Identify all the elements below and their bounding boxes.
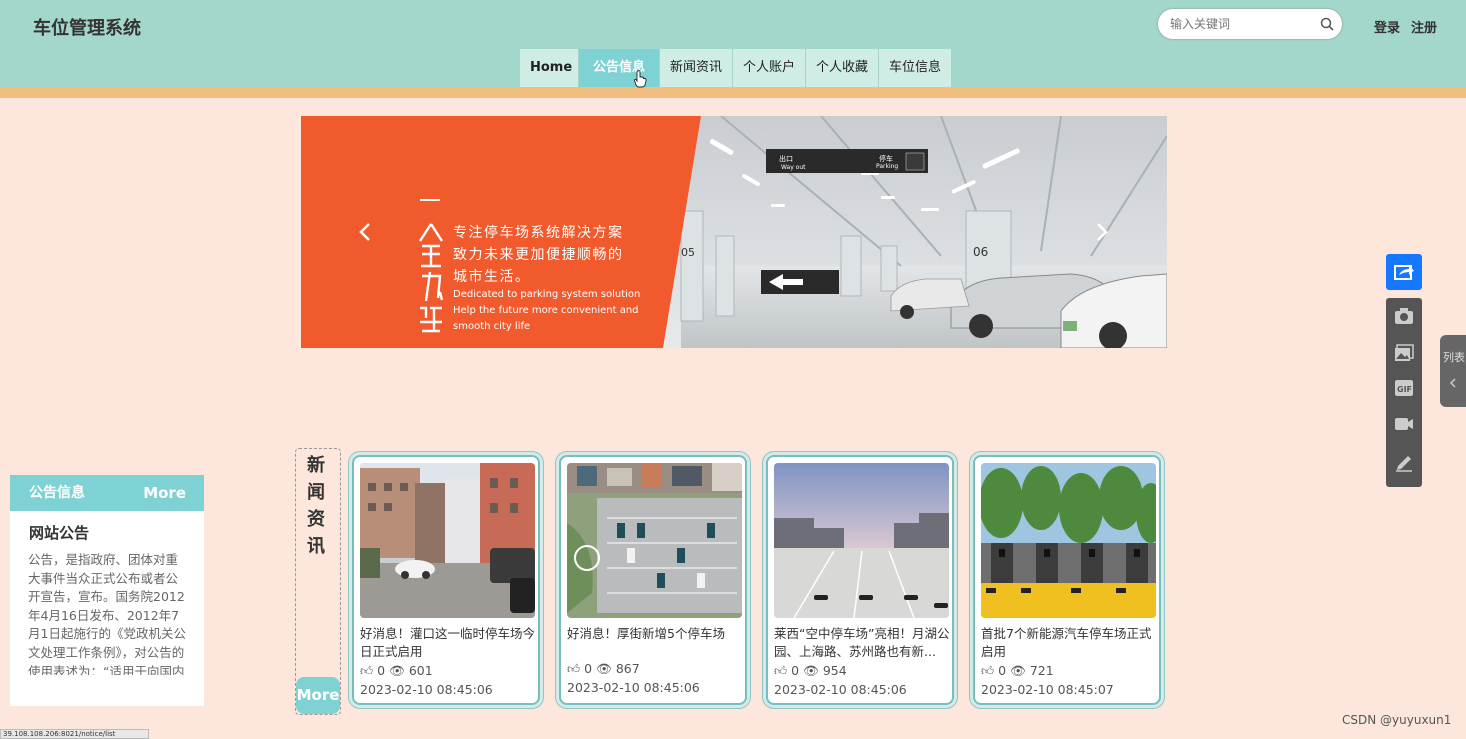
search-box[interactable] (1158, 9, 1342, 39)
news-card-stats: 👍︎ 0 👁︎ 867 (567, 661, 640, 677)
banner-en-3: smooth city life (453, 321, 531, 332)
news-card[interactable]: 好消息！厚街新增5个停车场 👍︎ 0 👁︎ 867 2023-02-10 08:… (559, 455, 747, 705)
news-card-date: 2023-02-10 08:45:06 (360, 682, 493, 697)
news-section-title: 新闻资讯 (307, 455, 325, 557)
nav-tab-home[interactable]: Home (520, 49, 579, 87)
top-bar: 车位管理系统 登录 注册 Home 公告信息 新闻资讯 个人账户 个人收藏 车位… (0, 0, 1466, 98)
share-icon (1394, 265, 1414, 280)
news-card-stats: 👍︎ 0 👁︎ 721 (981, 663, 1054, 679)
view-icon: 👁︎ (1010, 663, 1026, 678)
camera-icon[interactable] (1394, 306, 1414, 326)
list-side-tab[interactable]: 列表 (1440, 335, 1466, 407)
chevron-left-icon (1449, 378, 1456, 388)
csdn-watermark: CSDN @yuyuxun1 (1342, 713, 1452, 727)
banner-prev-icon[interactable] (359, 222, 371, 242)
nav-tab-news[interactable]: 新闻资讯 (660, 49, 734, 87)
nav-tab-account[interactable]: 个人账户 (733, 49, 807, 87)
view-icon: 👁︎ (803, 663, 819, 678)
notice-more-link[interactable]: More (143, 475, 186, 511)
brand-logo-mark (418, 199, 444, 333)
image-icon[interactable] (1394, 343, 1414, 363)
list-side-tab-label: 列表 (1443, 351, 1465, 364)
news-card-date: 2023-02-10 08:45:06 (567, 680, 700, 695)
news-card-title[interactable]: 好消息！厚街新增5个停车场 (567, 625, 743, 661)
like-icon[interactable]: 👍︎ (360, 663, 373, 678)
login-link[interactable]: 登录 (1374, 17, 1400, 36)
pen-icon[interactable] (1394, 452, 1414, 472)
banner-slogan-3: 城市生活。 (453, 269, 531, 285)
view-count: 601 (408, 663, 433, 678)
notice-subtitle[interactable]: 网站公告 (29, 522, 204, 543)
banner-next-icon[interactable] (1096, 222, 1108, 242)
banner-en-1: Dedicated to parking system solution (453, 289, 641, 300)
banner-slogan-2: 致力未来更加便捷顺畅的 (453, 247, 624, 263)
hero-banner[interactable]: 出口 Way out 停车 Parking 05 06 专注停车场系统解决方案 … (301, 116, 1167, 348)
like-count: 0 (998, 663, 1007, 678)
news-image-aerial-lot (567, 463, 742, 618)
status-bar-url: 39.108.108.206:8021/notice/list (0, 729, 149, 739)
nav-tab-notice[interactable]: 公告信息 (579, 49, 660, 88)
search-icon[interactable] (1320, 16, 1334, 35)
news-card-title[interactable]: 好消息！灌口这一临时停车场今日正式启用 (360, 625, 536, 661)
notice-panel: 公告信息 More 网站公告 公告，是指政府、团体对重大事件当众正式公布或者公开… (10, 475, 204, 706)
notice-panel-title: 公告信息 (29, 485, 85, 501)
floating-toolbar: GIF (1386, 298, 1422, 487)
banner-slogan-1: 专注停车场系统解决方案 (453, 225, 624, 241)
news-card[interactable]: 首批7个新能源汽车停车场正式启用 👍︎ 0 👁︎ 721 2023-02-10 … (973, 455, 1161, 705)
news-image-street (360, 463, 535, 618)
like-count: 0 (584, 661, 593, 676)
svg-text:GIF: GIF (1397, 385, 1412, 394)
like-icon[interactable]: 👍︎ (981, 663, 994, 678)
news-card-stats: 👍︎ 0 👁︎ 954 (774, 663, 847, 679)
news-card-date: 2023-02-10 08:45:06 (774, 682, 907, 697)
site-brand[interactable]: 车位管理系统 (33, 14, 141, 40)
like-count: 0 (791, 663, 800, 678)
like-icon[interactable]: 👍︎ (567, 661, 580, 676)
search-input[interactable] (1168, 16, 1317, 32)
register-link[interactable]: 注册 (1411, 17, 1437, 36)
news-card-date: 2023-02-10 08:45:07 (981, 682, 1114, 697)
nav-tab-parking[interactable]: 车位信息 (879, 49, 953, 87)
notice-panel-header: 公告信息 More (10, 475, 204, 511)
view-count: 867 (615, 661, 640, 676)
news-image-ev-chargers (981, 463, 1156, 618)
view-count: 954 (822, 663, 847, 678)
main-nav: Home 公告信息 新闻资讯 个人账户 个人收藏 车位信息 (520, 49, 953, 88)
view-icon: 👁︎ (596, 661, 612, 676)
notice-body: 公告，是指政府、团体对重大事件当众正式公布或者公开宣告，宣布。国务院2012年4… (28, 552, 186, 675)
news-card-title[interactable]: 莱西“空中停车场”亮相！月湖公园、上海路、苏州路也有新... (774, 625, 950, 661)
news-more-button[interactable]: More (296, 677, 340, 714)
hand-cursor-icon (634, 70, 647, 88)
like-icon[interactable]: 👍︎ (774, 663, 787, 678)
news-section-label: 新闻资讯 More (295, 448, 341, 715)
nav-tab-favorites[interactable]: 个人收藏 (806, 49, 880, 87)
gif-icon[interactable]: GIF (1394, 378, 1414, 398)
video-icon[interactable] (1394, 414, 1414, 434)
view-icon: 👁︎ (389, 663, 405, 678)
news-image-rooftop-lot (774, 463, 949, 618)
banner-en-2: Help the future more convenient and (453, 305, 639, 316)
view-count: 721 (1029, 663, 1054, 678)
news-card-stats: 👍︎ 0 👁︎ 601 (360, 663, 433, 679)
news-card-title[interactable]: 首批7个新能源汽车停车场正式启用 (981, 625, 1157, 661)
like-count: 0 (377, 663, 386, 678)
news-card[interactable]: 莱西“空中停车场”亮相！月湖公园、上海路、苏州路也有新... 👍︎ 0 👁︎ 9… (766, 455, 954, 705)
share-button[interactable] (1386, 254, 1422, 290)
news-card[interactable]: 好消息！灌口这一临时停车场今日正式启用 👍︎ 0 👁︎ 601 2023-02-… (352, 455, 540, 705)
